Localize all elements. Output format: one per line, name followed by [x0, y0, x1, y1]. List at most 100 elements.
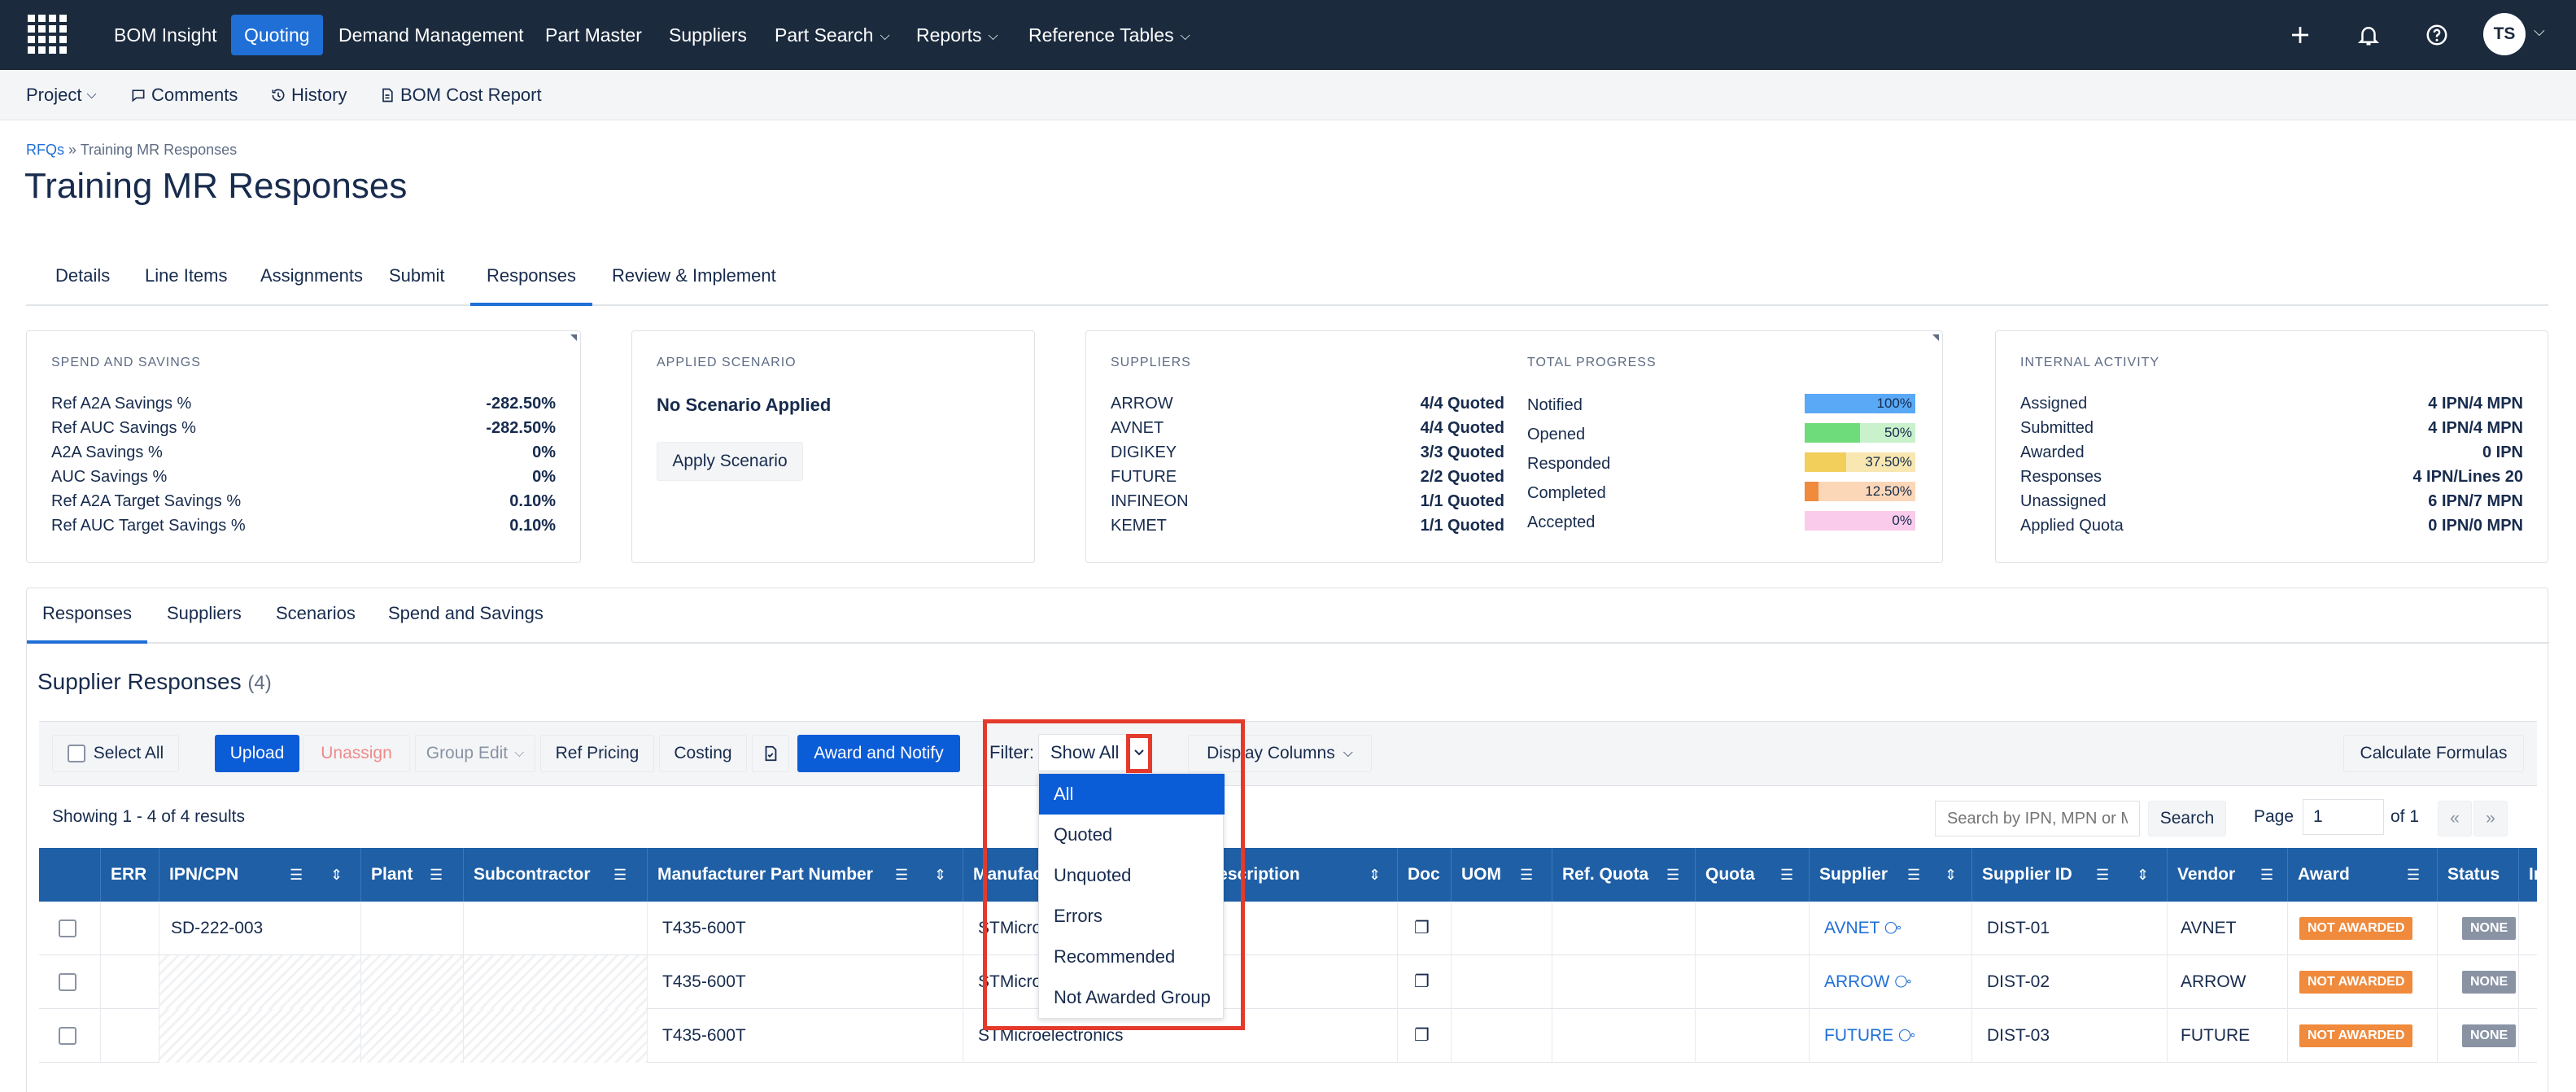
page-number-input[interactable]: 1: [2303, 799, 2384, 835]
filter-icon[interactable]: ☰: [1907, 848, 1920, 902]
main-tabs: Details Line Items Assignments Submit Re…: [26, 252, 2548, 306]
cell-supplier[interactable]: FUTURE ⧂: [1810, 1009, 1972, 1063]
help-icon[interactable]: [2420, 18, 2454, 52]
bom-cost-report-link[interactable]: BOM Cost Report: [379, 83, 542, 107]
filter-option-quoted[interactable]: Quoted: [1039, 815, 1225, 855]
cell-supplier[interactable]: AVNET ⧂: [1810, 902, 1972, 955]
column-header-plant[interactable]: Plant ☰: [361, 848, 464, 902]
group-edit-button[interactable]: Group Edit ⌵: [415, 735, 535, 772]
history-link[interactable]: History: [270, 83, 347, 107]
filter-option-recommended[interactable]: Recommended: [1039, 937, 1225, 977]
column-header-supplier-id[interactable]: Supplier ID ☰ ⇕: [1972, 848, 2168, 902]
tab-responses[interactable]: Responses: [470, 265, 592, 306]
column-header-uom[interactable]: UOM ☰: [1452, 848, 1552, 902]
filter-option-errors[interactable]: Errors: [1039, 896, 1225, 937]
filter-icon[interactable]: ☰: [2096, 848, 2109, 902]
panel-tab-suppliers[interactable]: Suppliers: [164, 603, 245, 644]
award-notify-button[interactable]: Award and Notify: [797, 735, 960, 772]
column-header-ipn[interactable]: IPN/CPN ☰ ⇕: [159, 848, 361, 902]
activity-row-value: 4 IPN/Lines 20: [2412, 468, 2523, 486]
filter-icon[interactable]: ☰: [1520, 848, 1533, 902]
filter-icon[interactable]: ☰: [290, 848, 303, 902]
filter-icon[interactable]: ☰: [430, 848, 443, 902]
filter-option-all[interactable]: All: [1039, 774, 1225, 815]
display-columns-button[interactable]: Display Columns ⌵: [1188, 735, 1372, 772]
document-copy-icon[interactable]: ❐: [1398, 955, 1452, 1009]
chevron-down-icon[interactable]: ⌵: [2534, 23, 2545, 40]
row-checkbox[interactable]: [59, 1027, 76, 1045]
nav-item-demand-management[interactable]: Demand Management: [325, 15, 537, 55]
cell-supplier[interactable]: ARROW ⧂: [1810, 955, 1972, 1009]
plus-icon[interactable]: [2283, 18, 2317, 52]
calculate-formulas-button[interactable]: Calculate Formulas: [2343, 735, 2524, 772]
panel-tab-spend-savings[interactable]: Spend and Savings: [385, 603, 547, 644]
cell-subcontractor: [464, 1009, 648, 1063]
filter-option-not-awarded-group[interactable]: Not Awarded Group: [1039, 977, 1225, 1018]
column-header-doc[interactable]: Doc: [1398, 848, 1452, 902]
filter-icon[interactable]: ☰: [895, 848, 908, 902]
select-all-checkbox[interactable]: [67, 745, 85, 762]
tab-line-items[interactable]: Line Items: [142, 265, 231, 306]
tab-review-implement[interactable]: Review & Implement: [609, 265, 779, 306]
nav-item-reports[interactable]: Reports ⌵: [903, 15, 1011, 55]
filter-icon[interactable]: ☰: [2260, 848, 2273, 902]
sort-icon[interactable]: ⇕: [330, 848, 343, 902]
nav-item-quoting[interactable]: Quoting: [231, 15, 323, 55]
filter-icon[interactable]: ☰: [613, 848, 627, 902]
nav-item-bom-insight[interactable]: BOM Insight: [101, 15, 230, 55]
tab-submit[interactable]: Submit: [386, 265, 448, 306]
card-title: APPLIED SCENARIO: [657, 356, 797, 369]
document-copy-icon[interactable]: ❐: [1398, 1009, 1452, 1063]
prev-page-button[interactable]: «: [2438, 801, 2472, 836]
select-all-button[interactable]: Select All: [52, 735, 179, 772]
user-avatar[interactable]: TS: [2483, 13, 2526, 55]
nav-item-part-search[interactable]: Part Search ⌵: [762, 15, 903, 55]
column-header-in[interactable]: In: [2519, 848, 2537, 902]
upload-button[interactable]: Upload: [215, 735, 299, 772]
column-header-vendor[interactable]: Vendor ☰: [2168, 848, 2288, 902]
column-header-description[interactable]: Description ⇕: [1196, 848, 1398, 902]
costing-button[interactable]: Costing: [659, 735, 747, 772]
tab-assignments[interactable]: Assignments: [257, 265, 366, 306]
breadcrumb-rfqs-link[interactable]: RFQs: [26, 142, 64, 158]
bell-icon[interactable]: [2351, 18, 2386, 52]
tab-details[interactable]: Details: [52, 265, 113, 306]
column-header-status[interactable]: Status: [2438, 848, 2519, 902]
column-header-quota[interactable]: Quota ☰: [1696, 848, 1810, 902]
column-header-supplier[interactable]: Supplier ☰ ⇕: [1810, 848, 1972, 902]
panel-tab-responses[interactable]: Responses: [27, 603, 147, 644]
panel-tab-scenarios[interactable]: Scenarios: [273, 603, 359, 644]
filter-icon[interactable]: ☰: [2407, 848, 2420, 902]
cell-uom: [1452, 955, 1552, 1009]
row-checkbox[interactable]: [59, 919, 76, 937]
sort-icon[interactable]: ⇕: [1945, 848, 1957, 902]
sort-icon[interactable]: ⇕: [2137, 848, 2149, 902]
document-copy-icon[interactable]: ❐: [1398, 902, 1452, 955]
unassign-button[interactable]: Unassign: [303, 735, 410, 772]
nav-item-reference-tables[interactable]: Reference Tables ⌵: [1015, 15, 1203, 55]
apply-scenario-button[interactable]: Apply Scenario: [657, 442, 803, 481]
progress-bar: 100%: [1805, 394, 1915, 413]
project-menu[interactable]: Project ⌵: [26, 83, 97, 107]
column-header-err[interactable]: ERR: [101, 848, 159, 902]
column-header-award[interactable]: Award ☰: [2288, 848, 2438, 902]
column-header-ref-quota[interactable]: Ref. Quota ☰: [1552, 848, 1696, 902]
app-grid-icon[interactable]: [28, 15, 67, 54]
chevron-down-icon[interactable]: [1129, 737, 1149, 767]
refresh-icon[interactable]: [752, 735, 789, 772]
column-header-subcontractor[interactable]: Subcontractor ☰: [464, 848, 648, 902]
sort-icon[interactable]: ⇕: [1369, 848, 1381, 902]
column-header-mpn[interactable]: Manufacturer Part Number ☰ ⇕: [648, 848, 963, 902]
next-page-button[interactable]: »: [2473, 801, 2508, 836]
nav-item-part-master[interactable]: Part Master: [532, 15, 655, 55]
filter-option-unquoted[interactable]: Unquoted: [1039, 855, 1225, 896]
search-button[interactable]: Search: [2148, 801, 2226, 836]
filter-icon[interactable]: ☰: [1780, 848, 1793, 902]
nav-item-suppliers[interactable]: Suppliers: [656, 15, 760, 55]
filter-icon[interactable]: ☰: [1666, 848, 1679, 902]
search-input[interactable]: [1935, 801, 2140, 836]
comments-link[interactable]: Comments: [130, 83, 238, 107]
ref-pricing-button[interactable]: Ref Pricing: [540, 735, 654, 772]
row-checkbox[interactable]: [59, 973, 76, 991]
sort-icon[interactable]: ⇕: [934, 848, 946, 902]
